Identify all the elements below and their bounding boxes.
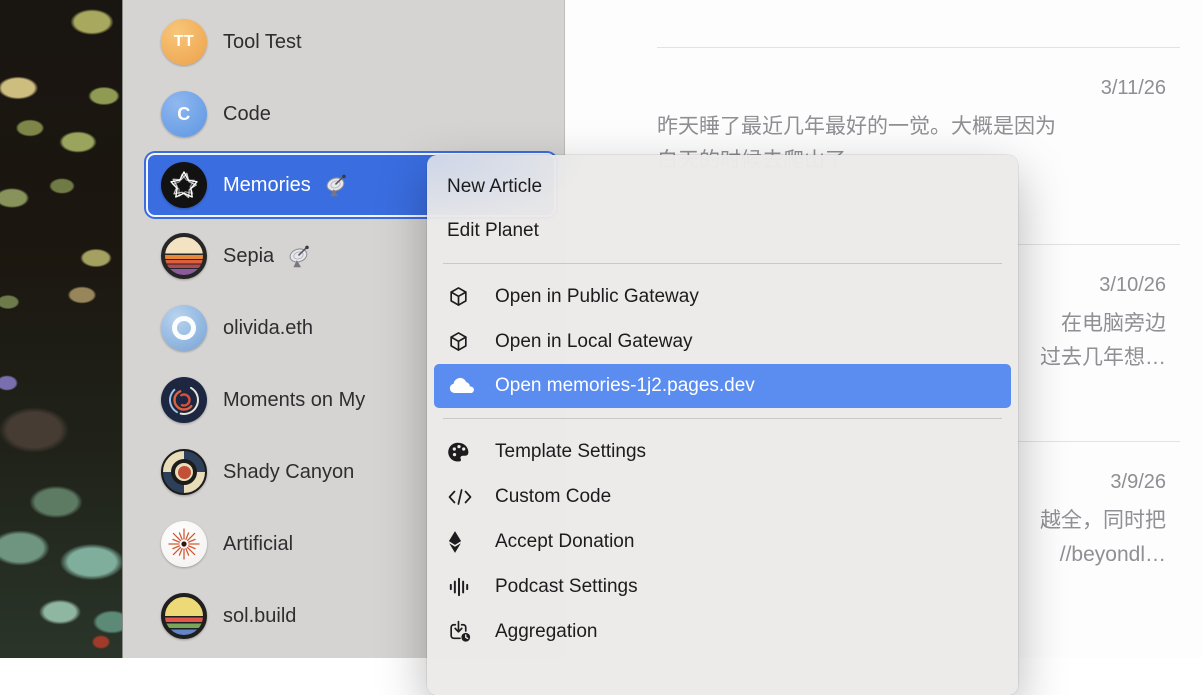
menu-item-edit-planet[interactable]: Edit Planet xyxy=(427,209,1018,253)
planet-context-menu: New Article Edit Planet Open in Public Gat… xyxy=(427,155,1018,695)
menu-item-label: Custom Code xyxy=(495,486,611,508)
palette-icon xyxy=(447,440,479,464)
planet-app-window: TT Tool Test C Code Memories Sepia olivida.eth… xyxy=(122,0,1202,658)
menu-item-aggregation[interactable]: Aggregation xyxy=(427,609,1018,654)
planet-avatar-shady xyxy=(161,449,207,495)
satellite-icon xyxy=(323,173,350,198)
desktop-wallpaper xyxy=(0,0,122,658)
code-brackets-icon xyxy=(447,485,479,509)
cube-icon xyxy=(447,285,479,309)
cloudflare-cloud-icon xyxy=(447,374,479,398)
sidebar-item-label: Sepia xyxy=(223,245,274,268)
menu-item-custom-code[interactable]: Custom Code xyxy=(427,474,1018,519)
planet-avatar-solbuild xyxy=(161,593,207,639)
sidebar-item-tool-test[interactable]: TT Tool Test xyxy=(123,6,564,78)
menu-item-open-in-local-gateway[interactable]: Open in Local Gateway xyxy=(427,319,1018,364)
sidebar-item-label: olivida.eth xyxy=(223,317,313,340)
menu-item-label: New Article xyxy=(447,176,542,198)
waveform-icon xyxy=(447,575,479,599)
menu-separator xyxy=(443,418,1002,419)
menu-item-podcast-settings[interactable]: Podcast Settings xyxy=(427,564,1018,609)
sidebar-item-label: Code xyxy=(223,103,271,126)
menu-item-open-memories-1j2-pages-dev[interactable]: Open memories-1j2.pages.dev xyxy=(434,364,1011,408)
article-preview-line: 昨天睡了最近几年最好的一觉。大概是因为 xyxy=(657,110,1180,144)
menu-item-accept-donation[interactable]: Accept Donation xyxy=(427,519,1018,564)
sidebar-item-label: Tool Test xyxy=(223,31,302,54)
sidebar-item-code[interactable]: C Code xyxy=(123,78,564,150)
menu-separator xyxy=(443,263,1002,264)
planet-avatar-olivida xyxy=(161,305,207,351)
sidebar-item-label: Moments on My xyxy=(223,389,365,412)
sidebar-item-label: Memories xyxy=(223,174,311,197)
planet-avatar-moments xyxy=(161,377,207,423)
article-date: 3/11/26 xyxy=(657,74,1180,102)
menu-item-label: Open memories-1j2.pages.dev xyxy=(495,375,755,397)
menu-item-label: Accept Donation xyxy=(495,531,634,553)
menu-item-open-in-public-gateway[interactable]: Open in Public Gateway xyxy=(427,274,1018,319)
sidebar-item-label: sol.build xyxy=(223,605,296,628)
planet-avatar-artificial xyxy=(161,521,207,567)
menu-item-label: Aggregation xyxy=(495,621,597,643)
planet-avatar-tooltest: TT xyxy=(161,19,207,65)
ethereum-icon xyxy=(447,530,479,554)
aggregation-icon xyxy=(447,620,479,644)
planet-avatar-sepia xyxy=(161,233,207,279)
menu-item-label: Open in Local Gateway xyxy=(495,331,693,353)
menu-item-label: Open in Public Gateway xyxy=(495,286,699,308)
cube-icon xyxy=(447,330,479,354)
planet-avatar-memories xyxy=(161,162,207,208)
planet-avatar-code: C xyxy=(161,91,207,137)
sidebar-item-label: Artificial xyxy=(223,533,293,556)
sidebar-item-label: Shady Canyon xyxy=(223,461,354,484)
menu-item-label: Template Settings xyxy=(495,441,646,463)
satellite-icon xyxy=(286,244,313,269)
menu-item-new-article[interactable]: New Article xyxy=(427,165,1018,209)
menu-item-label: Edit Planet xyxy=(447,220,539,242)
menu-item-label: Podcast Settings xyxy=(495,576,638,598)
menu-item-template-settings[interactable]: Template Settings xyxy=(427,429,1018,474)
